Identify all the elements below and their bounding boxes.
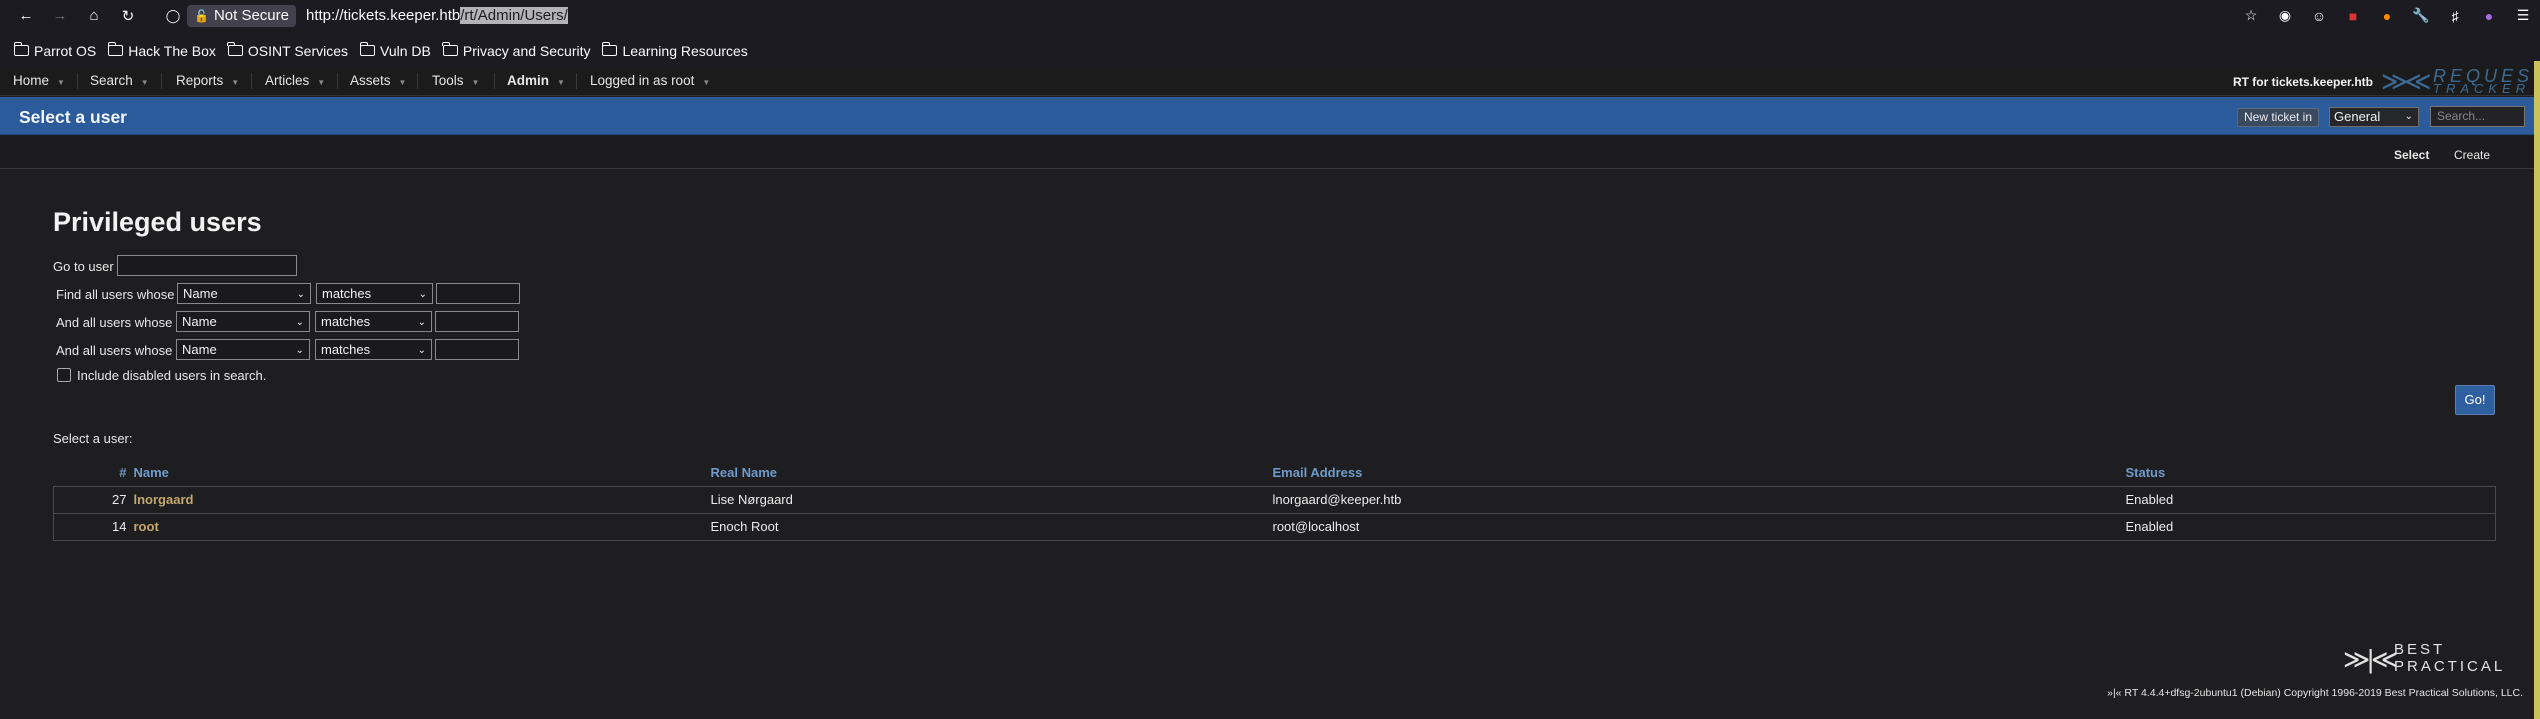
browser-toolbar: ← → ⌂ ↻ ◯ 🔓 Not Secure http://tickets.kee… <box>0 0 2540 31</box>
url-path-selected: /rt/Admin/Users/ <box>460 7 568 24</box>
unlocked-lock-icon: 🔓 <box>194 8 209 23</box>
bookmark-hack-the-box[interactable]: Hack The Box <box>107 42 216 59</box>
page-scrollbar[interactable] <box>2534 61 2540 719</box>
not-secure-label: Not Secure <box>213 7 289 24</box>
url-host: http://tickets.keeper.htb <box>306 7 461 24</box>
filter-field-select-1[interactable]: Name ⌄ <box>177 283 311 304</box>
bookmark-label: Vuln DB <box>380 42 431 59</box>
bookmark-label: Learning Resources <box>622 42 748 59</box>
user-status: Enabled <box>2125 512 2496 541</box>
folder-icon <box>227 42 243 56</box>
include-disabled-checkbox[interactable] <box>57 368 71 382</box>
bookmark-label: Privacy and Security <box>462 42 591 59</box>
user-real-name: Enoch Root <box>710 512 1273 541</box>
select-value: matches <box>321 314 371 329</box>
user-id[interactable]: 27 <box>53 485 134 514</box>
logo-top-text: BEST <box>2394 641 2446 658</box>
toolbar-icons: ☆ ◉ ☺ ■ ● 🔧 ♯ ● ☰ <box>2234 3 2540 28</box>
chevron-down-icon: ⌄ <box>295 317 304 328</box>
go-button[interactable]: Go! <box>2455 385 2495 415</box>
column-header-name[interactable]: Name <box>134 459 711 486</box>
user-name-link[interactable]: root <box>133 512 711 541</box>
filter-field-select-3[interactable]: Name ⌄ <box>176 339 310 360</box>
filter-label-1: Find all users whose <box>56 287 175 302</box>
include-disabled-label: Include disabled users in search. <box>77 368 267 383</box>
table-row[interactable]: 27 lnorgaard Lise Nørgaard lnorgaard@kee… <box>53 485 2496 514</box>
select-value: matches <box>322 286 372 301</box>
filter-value-input-3[interactable] <box>435 339 519 360</box>
table-row[interactable]: 14 root Enoch Root root@localhost Enable… <box>53 512 2496 541</box>
bookmarks-toolbar: Parrot OS Hack The Box OSINT Services Vu… <box>0 40 760 61</box>
account-icon[interactable]: ☺ <box>2307 4 2331 28</box>
firefox-icon[interactable]: ● <box>2375 4 2399 28</box>
chevron-down-icon: ⌄ <box>417 345 426 356</box>
bookmark-vuln-db[interactable]: Vuln DB <box>359 42 431 59</box>
column-header-email[interactable]: Email Address <box>1273 459 2126 486</box>
go-to-user-input[interactable] <box>117 255 297 276</box>
ublock-icon[interactable]: ■ <box>2341 4 2365 28</box>
best-practical-logo[interactable]: ≫|≪ BEST PRACTICAL <box>2343 642 2521 678</box>
folder-icon <box>601 42 618 56</box>
user-name-link[interactable]: lnorgaard <box>133 485 711 514</box>
tracking-shield-icon[interactable]: ◯ <box>163 8 183 24</box>
bookmark-privacy-and-security[interactable]: Privacy and Security <box>442 42 591 59</box>
reload-icon[interactable]: ↻ <box>116 4 140 28</box>
go-to-user-label: Go to user <box>53 259 114 274</box>
filter-value-input-2[interactable] <box>435 311 519 332</box>
section-heading: Privileged users <box>53 207 262 237</box>
bookmark-learning-resources[interactable]: Learning Resources <box>601 42 748 59</box>
user-status: Enabled <box>2125 485 2496 514</box>
chevron-down-icon: ⌄ <box>295 345 304 356</box>
extensions-icon[interactable]: ♯ <box>2443 4 2467 28</box>
home-icon[interactable]: ⌂ <box>82 4 106 28</box>
logo-bottom-text: PRACTICAL <box>2394 658 2506 675</box>
chevron-down-icon: ⌄ <box>296 289 305 300</box>
folder-icon <box>107 42 124 56</box>
footer-copyright: »|« RT 4.4.4+dfsg-2ubuntu1 (Debian) Copy… <box>2107 687 2523 699</box>
select-value: matches <box>321 342 371 357</box>
url-bar[interactable]: ◯ 🔓 Not Secure http://tickets.keeper.htb/… <box>163 3 2187 28</box>
filter-value-input-1[interactable] <box>436 283 520 304</box>
not-secure-badge[interactable]: 🔓 Not Secure <box>187 4 296 27</box>
user-email: root@localhost <box>1272 512 2126 541</box>
column-header-id[interactable]: # <box>54 459 134 486</box>
user-id[interactable]: 14 <box>53 512 134 541</box>
url-text[interactable]: http://tickets.keeper.htb/rt/Admin/Users… <box>306 7 568 24</box>
bookmark-label: Parrot OS <box>34 42 97 59</box>
user-email: lnorgaard@keeper.htb <box>1272 485 2126 514</box>
bookmark-osint-services[interactable]: OSINT Services <box>227 42 349 59</box>
filter-op-select-1[interactable]: matches ⌄ <box>316 283 433 304</box>
filter-op-select-2[interactable]: matches ⌄ <box>315 311 432 332</box>
bookmark-label: OSINT Services <box>247 42 349 59</box>
bookmark-label: Hack The Box <box>128 42 216 59</box>
best-practical-mark-icon: ≫|≪ <box>2343 644 2398 674</box>
filter-field-select-2[interactable]: Name ⌄ <box>176 311 310 332</box>
mask-icon[interactable]: ◉ <box>2273 4 2297 28</box>
bookmark-star-icon[interactable]: ☆ <box>2239 4 2263 28</box>
user-real-name: Lise Nørgaard <box>710 485 1273 514</box>
column-header-real-name[interactable]: Real Name <box>711 459 1273 486</box>
chevron-down-icon: ⌄ <box>418 289 427 300</box>
filter-op-select-3[interactable]: matches ⌄ <box>315 339 432 360</box>
column-header-status[interactable]: Status <box>2126 459 2496 486</box>
select-value: Name <box>183 286 218 301</box>
select-a-user-label: Select a user: <box>53 431 133 446</box>
filter-label-3: And all users whose <box>56 343 173 358</box>
back-icon[interactable]: ← <box>14 4 38 28</box>
folder-icon <box>442 42 458 56</box>
forward-icon[interactable]: → <box>48 4 72 28</box>
hamburger-menu-icon[interactable]: ☰ <box>2511 4 2535 28</box>
wrench-icon[interactable]: 🔧 <box>2409 4 2433 28</box>
filter-label-2: And all users whose <box>56 315 173 330</box>
select-value: Name <box>182 314 217 329</box>
profile-icon[interactable]: ● <box>2477 4 2501 28</box>
users-table: # Name Real Name Email Address Status 27… <box>53 459 2496 541</box>
folder-icon <box>13 42 29 56</box>
table-header-row: # Name Real Name Email Address Status <box>54 459 2496 486</box>
folder-icon <box>359 42 376 56</box>
chevron-down-icon: ⌄ <box>417 317 426 328</box>
main-content: Privileged users Go to user Find all use… <box>0 66 2540 719</box>
bookmark-parrot-os[interactable]: Parrot OS <box>13 42 97 59</box>
select-value: Name <box>182 342 217 357</box>
